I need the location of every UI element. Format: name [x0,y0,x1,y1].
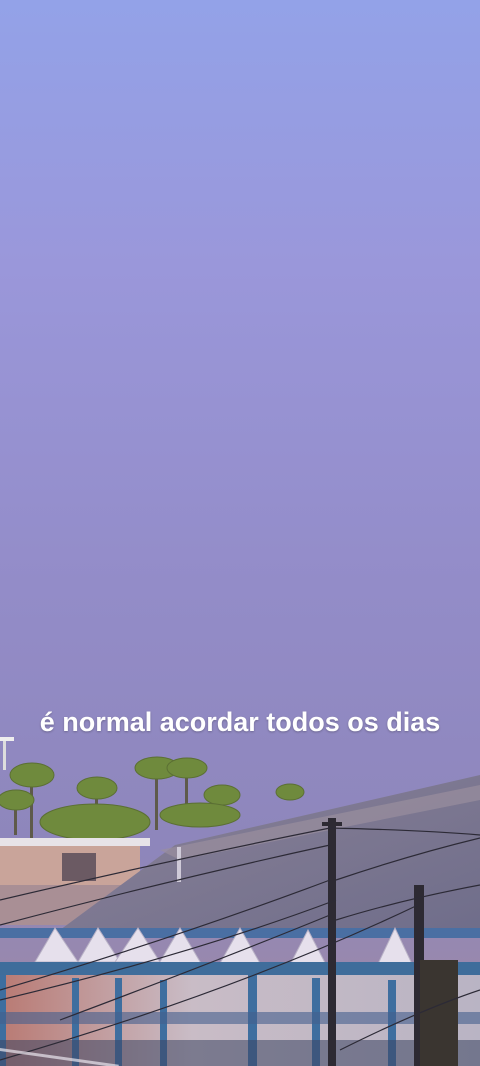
lamp-post [3,740,6,770]
video-caption: é normal acordar todos os dias [39,707,441,737]
video-frame [0,0,480,1066]
